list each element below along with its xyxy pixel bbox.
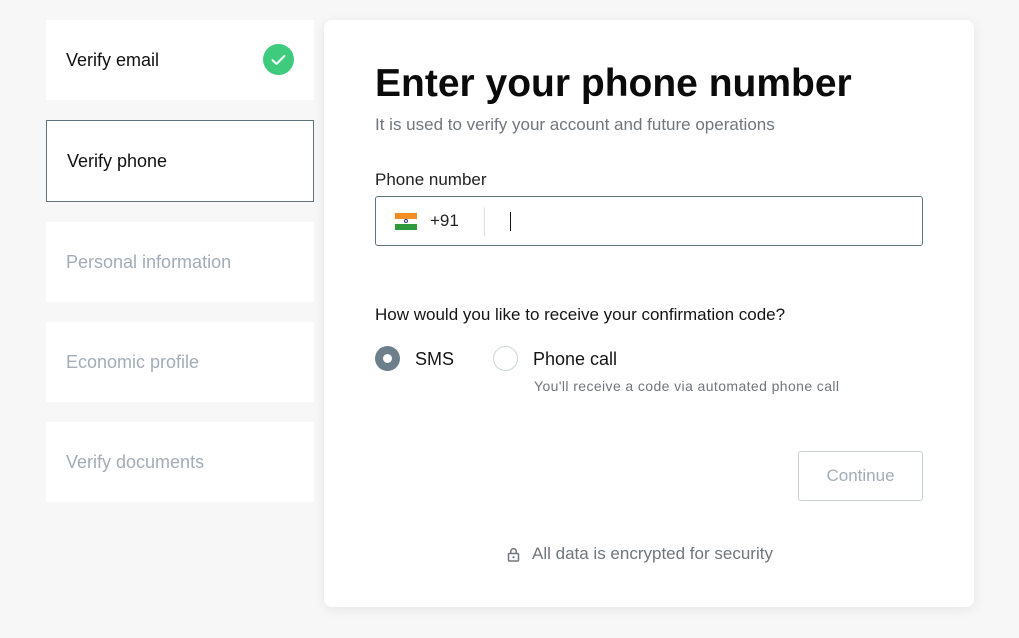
step-verify-documents[interactable]: Verify documents bbox=[46, 422, 314, 502]
step-label: Verify phone bbox=[67, 150, 168, 171]
radio-label-phone-call: Phone call bbox=[533, 349, 618, 369]
step-label: Personal information bbox=[66, 251, 232, 272]
check-icon bbox=[263, 44, 294, 75]
delivery-question: How would you like to receive your confi… bbox=[375, 305, 786, 324]
security-text: All data is encrypted for security bbox=[532, 544, 773, 563]
radio-option-phone-call[interactable]: Phone call bbox=[493, 346, 617, 371]
phone-number-label: Phone number bbox=[375, 170, 487, 189]
india-flag-icon[interactable] bbox=[395, 213, 417, 231]
lock-icon bbox=[507, 547, 520, 562]
dial-code[interactable]: +91 bbox=[430, 211, 459, 231]
step-personal-information[interactable]: Personal information bbox=[46, 222, 314, 302]
phone-number-field[interactable]: +91 bbox=[375, 196, 923, 246]
step-label: Economic profile bbox=[66, 351, 200, 372]
step-economic-profile[interactable]: Economic profile bbox=[46, 322, 314, 402]
step-label: Verify email bbox=[66, 49, 160, 70]
page-title: Enter your phone number bbox=[375, 62, 852, 105]
radio-label-sms: SMS bbox=[415, 349, 455, 369]
step-verify-phone[interactable]: Verify phone bbox=[46, 120, 314, 202]
radio-unselected-icon[interactable] bbox=[493, 346, 518, 371]
security-note: All data is encrypted for security bbox=[507, 544, 773, 564]
continue-button[interactable]: Continue bbox=[798, 451, 923, 501]
radio-option-sms[interactable]: SMS bbox=[375, 346, 454, 371]
phone-verification-card: Enter your phone number It is used to ve… bbox=[324, 20, 974, 607]
phone-call-hint: You'll receive a code via automated phon… bbox=[534, 378, 840, 394]
radio-selected-icon[interactable] bbox=[375, 346, 400, 371]
text-cursor bbox=[510, 212, 511, 231]
step-label: Verify documents bbox=[66, 451, 205, 472]
phone-number-input[interactable] bbox=[502, 205, 912, 237]
field-divider bbox=[484, 207, 485, 236]
page-subtitle: It is used to verify your account and fu… bbox=[375, 115, 775, 134]
step-verify-email[interactable]: Verify email bbox=[46, 20, 314, 100]
